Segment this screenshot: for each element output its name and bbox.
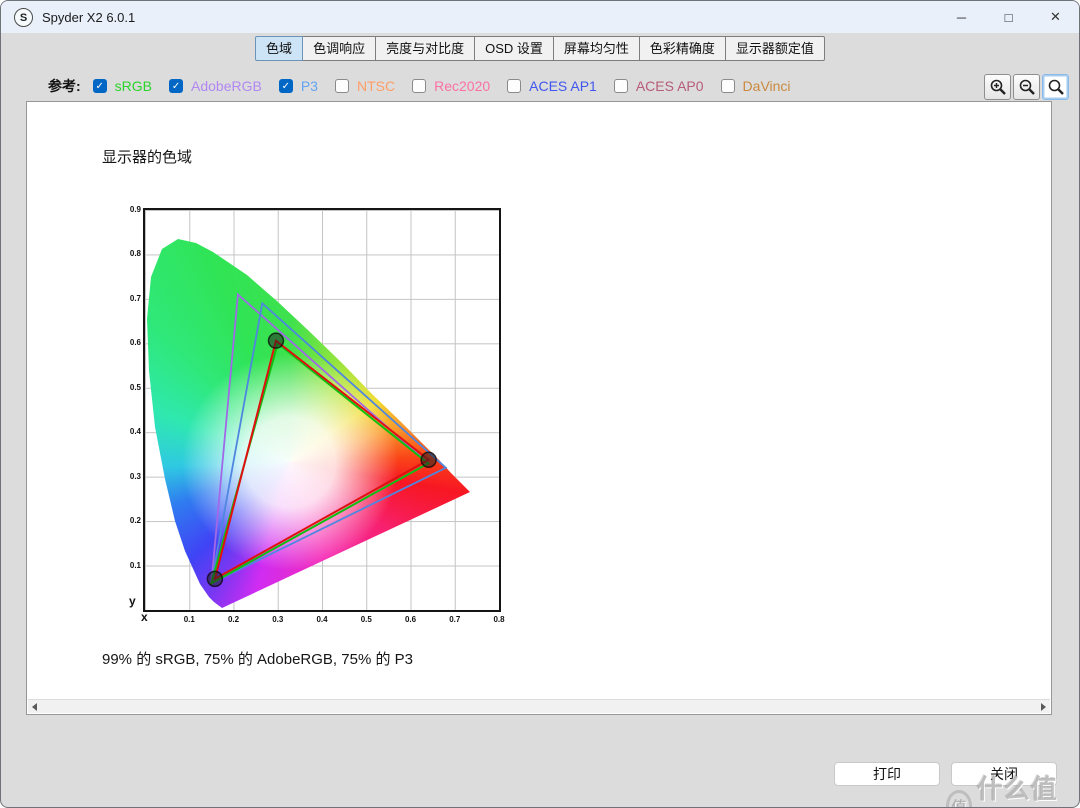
print-button[interactable]: 打印 [834,762,940,786]
primary-marker [267,332,285,349]
close-button[interactable]: 关闭 [951,762,1057,786]
x-axis-label: x [141,610,148,624]
x-tick: 0.1 [183,615,195,624]
reference-p3[interactable]: ✓ P3 [278,78,318,94]
tab-color-accuracy[interactable]: 色彩精确度 [638,36,726,61]
zoom-in-button[interactable] [984,74,1011,100]
y-tick: 0.5 [129,382,141,392]
app-window: S Spyder X2 6.0.1 ─ □ ✕ 色域 色调响应 亮度与对比度 OSD 设置… [0,0,1080,808]
y-tick: 0.6 [129,338,141,348]
app-logo-icon: S [14,8,33,27]
y-tick: 0.4 [129,427,141,437]
y-axis-label: y [129,594,136,608]
y-tick: 0.3 [129,471,141,481]
reference-name: ACES AP1 [529,78,597,94]
checkbox-aces-ap0[interactable] [613,79,628,93]
x-tick: 0.3 [272,615,284,624]
content-panel: 显示器的色域 0.1 0.2 0.3 0.4 0.5 0.6 0.7 0.8 0.9 0.1 0.2… [26,101,1052,715]
scroll-left-icon[interactable] [32,702,37,711]
tab-brightness-contrast[interactable]: 亮度与对比度 [375,36,476,61]
reference-bar: 参考: ✓ sRGB ✓ AdobeRGB ✓ P3 NTSC Rec2020 ACES AP1… [48,73,808,99]
horizontal-scrollbar[interactable] [28,699,1050,713]
reference-adobergb[interactable]: ✓ AdobeRGB [169,78,262,94]
reference-davinci[interactable]: DaVinci [720,78,791,94]
zoom-fit-button[interactable] [1042,74,1069,100]
minimize-button[interactable]: ─ [938,1,985,33]
gamut-triangle-p3 [210,301,448,585]
x-tick: 0.7 [449,615,461,624]
reference-rec2020[interactable]: Rec2020 [412,78,490,94]
checkbox-srgb[interactable]: ✓ [92,79,107,93]
reference-name: P3 [300,78,318,94]
zoom-out-icon [1019,79,1035,95]
y-tick: 0.8 [129,249,141,259]
chromaticity-chart: 0.1 0.2 0.3 0.4 0.5 0.6 0.7 0.8 0.9 0.1 0.2 0.3 0.4 0… [129,205,505,624]
y-tick: 0.7 [129,293,141,303]
reference-label: 参考: [48,78,81,94]
y-tick: 0.9 [129,205,141,214]
checkbox-adobergb[interactable]: ✓ [169,79,184,93]
reference-name: sRGB [114,78,153,94]
tab-tone-response[interactable]: 色调响应 [302,36,377,61]
plot-area [143,208,501,612]
y-tick: 0.2 [129,516,141,526]
reference-name: Rec2020 [434,78,491,94]
zoom-out-button[interactable] [1013,74,1040,100]
tab-bar: 色域 色调响应 亮度与对比度 OSD 设置 屏幕均匀性 色彩精确度 显示器额定值 [1,36,1079,61]
primary-marker [206,570,224,588]
x-tick: 0.8 [493,615,505,624]
reference-name: NTSC [356,78,396,94]
title-bar: S Spyder X2 6.0.1 ─ □ ✕ [1,1,1079,33]
checkbox-aces-ap1[interactable] [507,79,522,93]
x-tick: 0.4 [316,615,328,624]
close-button[interactable]: ✕ [1032,1,1079,33]
x-tick: 0.5 [360,615,372,624]
watermark-badge: 值 [946,790,972,807]
tab-display-rating[interactable]: 显示器额定值 [724,36,825,61]
reference-name: ACES AP0 [635,78,704,94]
x-tick: 0.2 [227,615,240,624]
gamut-triangle-display [213,338,431,581]
coverage-result-text: 99% 的 sRGB, 75% 的 AdobeRGB, 75% 的 P3 [102,651,413,668]
checkbox-ntsc[interactable] [334,79,349,93]
checkbox-rec2020[interactable] [412,79,427,93]
chart-heading: 显示器的色域 [102,149,193,166]
y-tick: 0.1 [129,560,141,570]
zoom-in-icon [990,79,1006,95]
tab-screen-uniformity[interactable]: 屏幕均匀性 [552,36,640,61]
maximize-button[interactable]: □ [985,1,1032,33]
zoom-toolbar [984,74,1069,100]
checkbox-davinci[interactable] [720,79,735,93]
window-controls: ─ □ ✕ [938,1,1079,33]
tab-osd-settings[interactable]: OSD 设置 [474,36,554,61]
primary-marker [420,451,437,469]
reference-ntsc[interactable]: NTSC [334,78,396,94]
tab-gamut[interactable]: 色域 [255,36,304,61]
checkbox-p3[interactable]: ✓ [278,79,293,93]
zoom-fit-icon [1048,79,1064,95]
window-title: Spyder X2 6.0.1 [42,9,136,25]
reference-name: DaVinci [742,78,791,94]
gamut-triangle-adobergb [210,292,430,585]
scroll-right-icon[interactable] [1041,702,1046,711]
gamut-svg [206,292,448,588]
reference-srgb[interactable]: ✓ sRGB [92,78,153,94]
reference-aces-ap0[interactable]: ACES AP0 [613,78,704,94]
reference-name: AdobeRGB [191,78,262,94]
reference-aces-ap1[interactable]: ACES AP1 [507,78,597,94]
x-tick: 0.6 [404,615,417,624]
